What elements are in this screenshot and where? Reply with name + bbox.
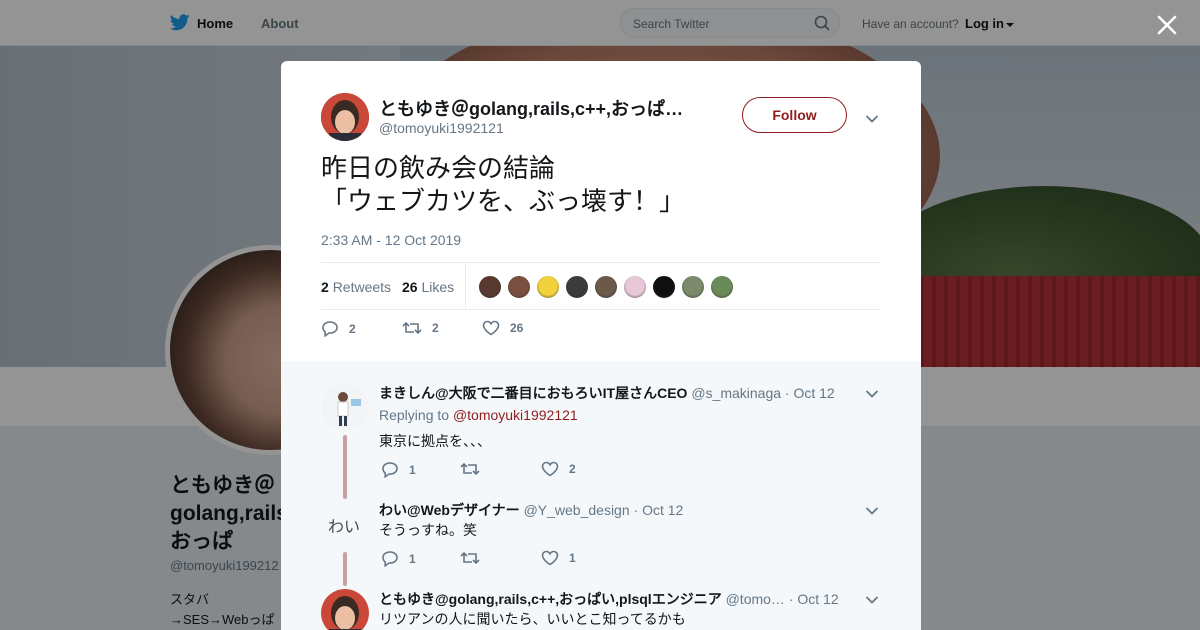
like-count[interactable]: 1 <box>569 551 576 565</box>
reply-header: まきしん@大阪で二番目におもろいIT屋さんCEO @s_makinaga · O… <box>379 383 879 403</box>
replying-to-prefix: Replying to <box>379 407 450 423</box>
reply-icon[interactable] <box>321 320 339 337</box>
liker-avatar[interactable] <box>710 275 734 299</box>
thread-line <box>343 552 347 586</box>
tweet-text: 昨日の飲み会の結論 「ウェブカツを、ぶっ壊す！」 <box>321 154 686 217</box>
like-action[interactable]: 2 <box>541 461 576 477</box>
like-count[interactable]: 2 <box>569 462 576 476</box>
reply-author-name[interactable]: まきしん@大阪で二番目におもろいIT屋さんCEO <box>379 385 687 401</box>
likes-count[interactable]: 26 <box>402 279 418 295</box>
tweet-timestamp[interactable]: 2:33 AM - 12 Oct 2019 <box>321 232 461 248</box>
reply-count[interactable]: 1 <box>409 463 416 477</box>
reply-count[interactable]: 2 <box>349 322 356 336</box>
heart-icon[interactable] <box>541 550 559 566</box>
replying-to-handle[interactable]: @tomoyuki1992121 <box>453 407 578 423</box>
liker-avatar[interactable] <box>594 275 618 299</box>
liker-avatar[interactable] <box>652 275 676 299</box>
reply-avatar[interactable] <box>321 589 369 630</box>
reply-text: 東京に拠点を、、、 <box>379 433 491 449</box>
retweet-action[interactable] <box>460 550 490 566</box>
chevron-down-icon[interactable] <box>865 111 879 129</box>
follow-button[interactable]: Follow <box>742 97 847 133</box>
stats-divider <box>465 263 466 310</box>
reply-date[interactable]: · Oct 12 <box>634 502 684 518</box>
chevron-down-icon[interactable] <box>865 386 879 404</box>
retweets-count[interactable]: 2 <box>321 279 329 295</box>
replying-to: Replying to @tomoyuki1992121 <box>379 407 578 423</box>
liker-avatar[interactable] <box>507 275 531 299</box>
reply-date[interactable]: · Oct 12 <box>785 385 835 401</box>
like-action[interactable]: 26 <box>482 320 523 336</box>
reply-action[interactable]: 2 <box>321 320 356 337</box>
reply-text: そうっすね。笑 <box>379 522 477 538</box>
reply-avatar-text[interactable]: わい <box>328 513 360 537</box>
tweet-author-handle[interactable]: @tomoyuki1992121 <box>379 120 504 136</box>
tweet-stats: 2 Retweets 26 Likes <box>321 262 881 310</box>
tweet-modal: ともゆき＠golang,rails,c++,おっぱいplsqlエンジニア @to… <box>281 61 921 630</box>
liker-avatar[interactable] <box>623 275 647 299</box>
likes-stat[interactable]: 26 Likes <box>402 279 454 295</box>
tweet-actions: 2 2 26 <box>321 320 621 342</box>
retweet-icon[interactable] <box>402 320 422 336</box>
thread-line <box>343 435 347 499</box>
chevron-down-icon[interactable] <box>865 503 879 521</box>
reply-author-name[interactable]: ともゆき@golang,rails,c++,おっぱい,plsqlエンジニア <box>379 591 722 607</box>
close-icon[interactable] <box>1154 12 1180 38</box>
liker-avatar[interactable] <box>681 275 705 299</box>
tweet-author-avatar[interactable] <box>321 93 369 141</box>
reply-author-name[interactable]: わい@Webデザイナー <box>379 502 520 518</box>
retweet-action[interactable] <box>460 461 490 477</box>
reply-icon[interactable] <box>381 550 399 567</box>
reply-author-handle[interactable]: @tomo… <box>726 591 785 607</box>
reply-date[interactable]: · Oct 12 <box>789 591 839 607</box>
chevron-down-icon[interactable] <box>865 592 879 610</box>
retweet-count[interactable]: 2 <box>432 321 439 335</box>
reply-author-handle[interactable]: @s_makinaga <box>691 385 781 401</box>
retweet-action[interactable]: 2 <box>402 320 439 336</box>
replies-section: まきしん@大阪で二番目におもろいIT屋さんCEO @s_makinaga · O… <box>281 361 921 630</box>
tweet-author-name[interactable]: ともゆき＠golang,rails,c++,おっぱいplsqlエンジニア <box>379 95 699 121</box>
retweet-icon[interactable] <box>460 461 480 477</box>
like-action[interactable]: 1 <box>541 550 576 566</box>
reply-icon[interactable] <box>381 461 399 478</box>
retweet-icon[interactable] <box>460 550 480 566</box>
reply-count[interactable]: 1 <box>409 552 416 566</box>
reply-action[interactable]: 1 <box>381 550 416 567</box>
liker-avatar[interactable] <box>478 275 502 299</box>
reply-text: リツアンの人に聞いたら、いいとこ知ってるかも <box>379 611 686 627</box>
heart-icon[interactable] <box>541 461 559 477</box>
reply-header: ともゆき@golang,rails,c++,おっぱい,plsqlエンジニア @t… <box>379 589 879 609</box>
liker-avatar[interactable] <box>536 275 560 299</box>
reply-action[interactable]: 1 <box>381 461 416 478</box>
reply-header: わい@Webデザイナー @Y_web_design · Oct 12 <box>379 500 879 520</box>
retweets-label[interactable]: Retweets <box>333 279 391 295</box>
retweets-stat[interactable]: 2 Retweets <box>321 279 391 295</box>
reply-actions: 1 2 <box>381 461 631 481</box>
reply-actions: 1 1 <box>381 550 631 570</box>
reply-author-handle[interactable]: @Y_web_design <box>524 502 630 518</box>
reply-avatar[interactable] <box>321 383 369 431</box>
like-count[interactable]: 26 <box>510 321 523 335</box>
heart-icon[interactable] <box>482 320 500 336</box>
likes-label[interactable]: Likes <box>421 279 454 295</box>
liker-avatar[interactable] <box>565 275 589 299</box>
